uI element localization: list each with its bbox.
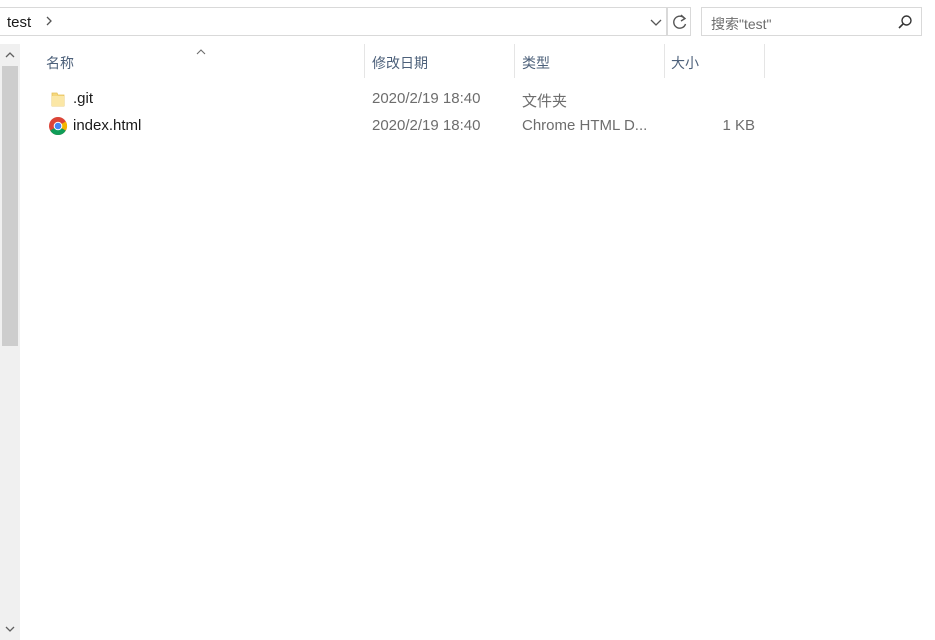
column-headers: 名称 修改日期 类型 大小 xyxy=(20,44,935,78)
column-header-type[interactable]: 类型 xyxy=(514,44,664,78)
file-name[interactable]: index.html xyxy=(73,117,141,134)
column-header-name[interactable]: 名称 xyxy=(38,44,364,78)
search-icon[interactable] xyxy=(897,14,913,30)
column-header-size[interactable]: 大小 xyxy=(663,44,763,78)
column-divider[interactable] xyxy=(764,44,765,78)
column-header-date[interactable]: 修改日期 xyxy=(364,44,514,78)
file-date: 2020/2/19 18:40 xyxy=(372,90,481,107)
file-row-git[interactable]: .git 2020/2/19 18:40 文件夹 xyxy=(20,86,765,112)
scroll-up-icon[interactable] xyxy=(4,48,16,60)
folder-icon xyxy=(48,89,68,109)
chevron-right-icon[interactable] xyxy=(44,13,56,29)
scrollbar-thumb[interactable] xyxy=(2,66,18,346)
top-bar: test 搜索"test" xyxy=(0,0,935,44)
vertical-scrollbar[interactable] xyxy=(0,44,20,640)
file-name[interactable]: .git xyxy=(73,90,93,107)
file-date: 2020/2/19 18:40 xyxy=(372,117,481,134)
file-type: 文件夹 xyxy=(522,93,568,110)
chevron-down-icon[interactable] xyxy=(648,13,664,31)
file-row-index-html[interactable]: index.html 2020/2/19 18:40 Chrome HTML D… xyxy=(20,113,765,139)
scroll-down-icon[interactable] xyxy=(4,622,16,634)
refresh-button[interactable] xyxy=(667,7,691,36)
chrome-icon xyxy=(48,116,68,136)
breadcrumb-test[interactable]: test xyxy=(7,14,31,31)
search-input[interactable]: 搜索"test" xyxy=(701,7,922,36)
refresh-icon xyxy=(673,14,687,29)
search-placeholder: 搜索"test" xyxy=(711,16,772,32)
file-type: Chrome HTML D... xyxy=(522,117,648,134)
file-size: 1 KB xyxy=(722,117,755,134)
address-bar[interactable]: test xyxy=(0,7,667,36)
